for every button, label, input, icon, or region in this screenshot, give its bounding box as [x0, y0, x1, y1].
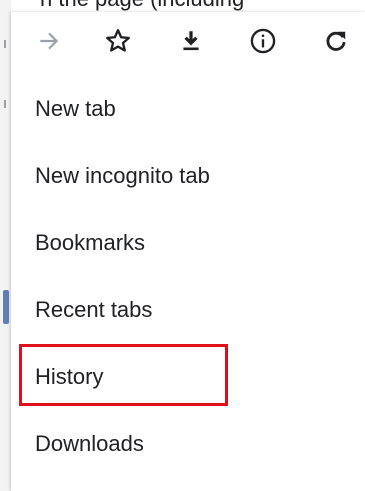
bookmark-button[interactable] — [101, 24, 135, 58]
reload-button[interactable] — [319, 24, 353, 58]
reload-icon — [323, 28, 349, 54]
menu-item-new-incognito-tab[interactable]: New incognito tab — [11, 148, 365, 204]
menu-item-label: Recent tabs — [35, 297, 153, 322]
page-edge-mark — [4, 100, 6, 108]
download-icon — [178, 28, 204, 54]
page-info-button[interactable] — [246, 24, 280, 58]
screen: n the page (including — [0, 0, 365, 491]
page-edge-image — [3, 290, 9, 324]
info-icon — [249, 27, 277, 55]
menu-item-label: New incognito tab — [35, 163, 210, 188]
menu-item-new-tab[interactable]: New tab — [11, 81, 365, 137]
menu-item-recent-tabs[interactable]: Recent tabs — [11, 282, 365, 338]
menu-item-label: History — [35, 364, 104, 389]
menu-item-downloads[interactable]: Downloads — [11, 416, 365, 472]
arrow-right-icon — [36, 28, 62, 54]
star-outline-icon — [104, 27, 132, 55]
menu-item-label: Downloads — [35, 431, 144, 456]
download-button[interactable] — [174, 24, 208, 58]
menu-toolbar — [11, 12, 365, 68]
menu-item-bookmarks[interactable]: Bookmarks — [11, 215, 365, 271]
background-page-text: n the page (including — [40, 0, 244, 12]
menu-item-label: Bookmarks — [35, 230, 146, 255]
browser-overflow-menu: New tab New incognito tab Bookmarks Rece… — [11, 12, 365, 491]
background-page-edge — [0, 0, 11, 491]
forward-button[interactable] — [32, 24, 66, 58]
menu-item-history[interactable]: History — [11, 349, 365, 405]
menu-item-label: New tab — [35, 96, 116, 121]
page-edge-mark — [4, 40, 6, 48]
